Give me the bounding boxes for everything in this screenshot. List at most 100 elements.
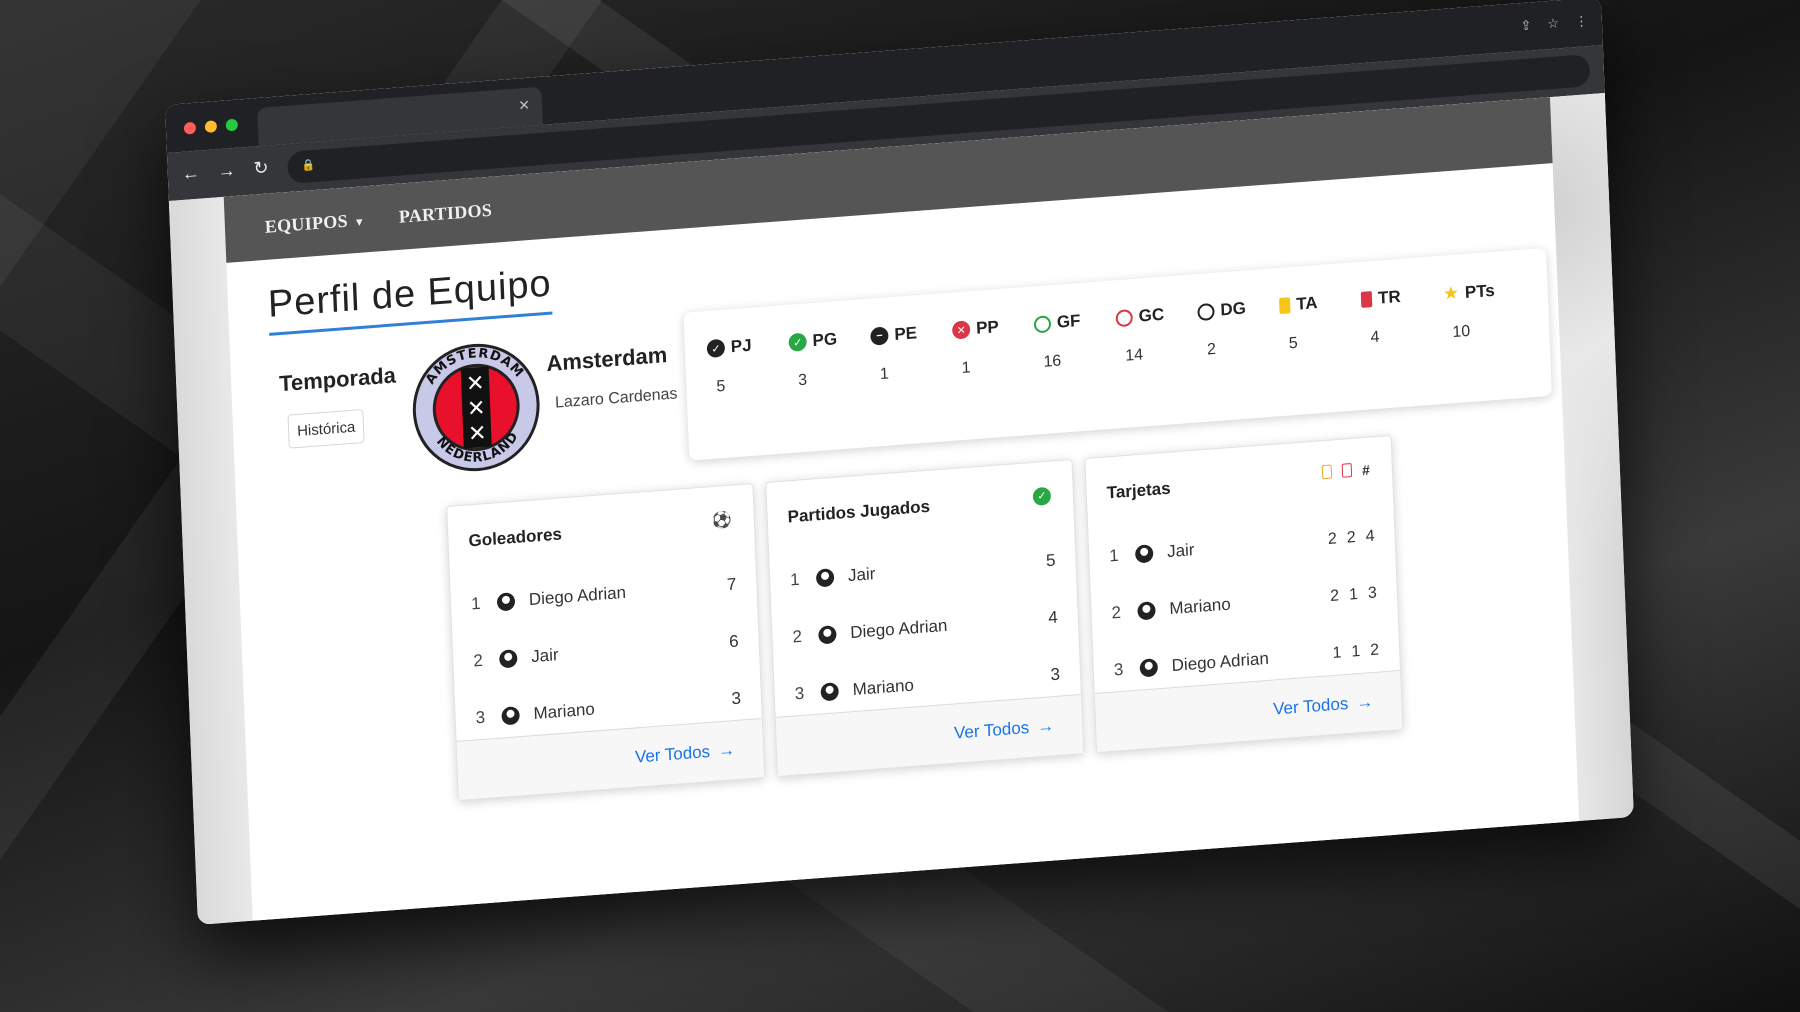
card-counts: 224 bbox=[1328, 527, 1375, 548]
see-all-label: Ver Todos bbox=[953, 717, 1030, 743]
stat-label: PG bbox=[812, 329, 838, 351]
cards-see-all-link[interactable]: Ver Todos → bbox=[1273, 692, 1374, 720]
browser-menu-icon[interactable]: ⋮ bbox=[1575, 13, 1589, 30]
season-select[interactable]: Histórica bbox=[287, 408, 365, 449]
star-icon: ★ bbox=[1442, 282, 1460, 304]
minimize-window-button[interactable] bbox=[204, 120, 218, 134]
check-circle-icon: ✓ bbox=[1032, 486, 1052, 506]
x-circle-icon: ✕ bbox=[951, 320, 971, 340]
player-value: 5 bbox=[1045, 550, 1056, 570]
red-card-icon bbox=[1341, 463, 1353, 478]
nav-teams-dropdown[interactable]: EQUIPOS ▼ bbox=[264, 209, 365, 238]
team-logo: ✕ ✕ ✕ AMSTERDAM NEDERLAND bbox=[412, 343, 540, 472]
back-icon[interactable]: ← bbox=[181, 163, 200, 185]
user-avatar-icon bbox=[501, 705, 520, 725]
played-card: Partidos Jugados ✓ 1 Jair 5 2 Diego Adrian 4 3… bbox=[765, 458, 1085, 777]
stat-pts: ★ PTs 10 bbox=[1442, 280, 1496, 343]
user-avatar-icon bbox=[1139, 657, 1159, 677]
rank-number: 3 bbox=[794, 683, 805, 703]
bookmark-star-icon[interactable]: ☆ bbox=[1547, 15, 1559, 32]
maximize-window-button[interactable] bbox=[225, 118, 239, 132]
stat-value: 1 bbox=[961, 359, 971, 378]
see-all-label: Ver Todos bbox=[634, 741, 711, 767]
player-name: Mariano bbox=[1169, 594, 1232, 618]
total-count: 2 bbox=[1369, 641, 1380, 659]
user-avatar-icon bbox=[1134, 543, 1154, 564]
rank-number: 2 bbox=[1111, 602, 1122, 622]
player-value: 6 bbox=[728, 631, 739, 651]
played-see-all-link[interactable]: Ver Todos → bbox=[954, 716, 1055, 744]
close-window-button[interactable] bbox=[183, 121, 197, 135]
cards-title: Tarjetas bbox=[1106, 478, 1171, 503]
rank-number: 1 bbox=[470, 593, 481, 613]
user-avatar-icon bbox=[820, 681, 840, 701]
total-count: 3 bbox=[1367, 584, 1378, 602]
stat-header: TR bbox=[1360, 286, 1401, 310]
stat-gf: GF 16 bbox=[1033, 310, 1083, 372]
card-counts: 112 bbox=[1332, 641, 1379, 662]
team-name: Amsterdam bbox=[545, 342, 668, 377]
stat-value: 16 bbox=[1043, 352, 1062, 371]
stat-label: PTs bbox=[1464, 280, 1496, 302]
user-avatar-icon bbox=[818, 624, 837, 644]
reload-icon[interactable]: ↻ bbox=[253, 157, 269, 179]
rank-number: 2 bbox=[792, 626, 803, 646]
season-label: Temporada bbox=[278, 362, 397, 397]
yellow-card-icon bbox=[1321, 464, 1333, 480]
page-viewport: EQUIPOS ▼ PARTIDOS Perfil de Equipo Tempo… bbox=[168, 93, 1634, 925]
stat-header: ✓ PJ bbox=[706, 335, 752, 359]
stat-header: GF bbox=[1033, 310, 1081, 334]
see-all-label: Ver Todos bbox=[1272, 693, 1349, 719]
share-icon[interactable]: ⇪ bbox=[1520, 17, 1532, 34]
rank-number: 1 bbox=[789, 569, 800, 589]
stat-header: − PE bbox=[870, 323, 917, 346]
stat-ta: TA 5 bbox=[1278, 293, 1320, 354]
stat-pp: ✕ PP 1 bbox=[951, 317, 1001, 378]
check-circle-icon: ✓ bbox=[788, 332, 807, 352]
forward-icon[interactable]: → bbox=[217, 160, 236, 182]
stat-label: PJ bbox=[730, 335, 752, 357]
stat-value: 4 bbox=[1370, 328, 1380, 347]
card-counts: 213 bbox=[1330, 584, 1377, 605]
stat-label: DG bbox=[1220, 298, 1247, 320]
stat-label: TR bbox=[1377, 286, 1401, 308]
scorers-see-all-link[interactable]: Ver Todos → bbox=[635, 740, 736, 768]
red-count: 1 bbox=[1351, 642, 1361, 661]
player-name: Jair bbox=[530, 644, 559, 666]
arrow-right-icon: → bbox=[717, 740, 736, 761]
player-name: Mariano bbox=[852, 674, 915, 699]
rank-number: 2 bbox=[472, 650, 484, 670]
stats-card: ✓ PJ 5 ✓ PG 3− PE 1 ✕ PP 1 GF 16 GC 14 DG 2 TA 5 TR 4 ★ PTs 10 bbox=[683, 247, 1552, 461]
soccer-ball-icon: ⚽ bbox=[711, 511, 733, 531]
cards-header-icons: # bbox=[1321, 462, 1370, 482]
close-tab-icon[interactable]: ✕ bbox=[518, 97, 530, 115]
stat-value: 3 bbox=[797, 371, 808, 390]
player-name: Diego Adrian bbox=[528, 582, 627, 609]
lock-icon: 🔒 bbox=[301, 158, 316, 172]
user-avatar-icon bbox=[815, 567, 835, 588]
cards-card: Tarjetas # 1 Jair 2 2 4 2 Mariano 2 1 3 3 Diego Adr… bbox=[1084, 434, 1404, 754]
arrow-right-icon: → bbox=[1036, 716, 1055, 737]
player-value: 3 bbox=[1050, 663, 1061, 684]
player-name: Mariano bbox=[533, 698, 596, 723]
scorers-card: Goleadores ⚽ 1 Diego Adrian 7 2 Jair 6 3 Marian… bbox=[446, 482, 766, 801]
player-name: Jair bbox=[847, 563, 876, 585]
stat-value: 5 bbox=[1288, 334, 1299, 353]
player-name: Diego Adrian bbox=[1171, 648, 1270, 675]
svg-text:✕: ✕ bbox=[468, 421, 487, 447]
soccer-ball-icon bbox=[1115, 308, 1134, 327]
user-avatar-icon bbox=[1137, 600, 1156, 621]
yellow-count: 2 bbox=[1327, 529, 1338, 548]
stat-dg: DG 2 bbox=[1197, 299, 1248, 361]
user-avatar-icon bbox=[496, 591, 516, 612]
stat-header: ✓ PG bbox=[788, 329, 837, 353]
stat-label: PE bbox=[893, 323, 918, 344]
stat-value: 2 bbox=[1206, 340, 1217, 359]
stat-value: 1 bbox=[879, 365, 890, 384]
stat-gc: GC 14 bbox=[1115, 305, 1166, 367]
nav-matches-link[interactable]: PARTIDOS bbox=[398, 199, 492, 227]
rank-number: 3 bbox=[475, 707, 486, 727]
stat-label: GF bbox=[1056, 310, 1081, 332]
yellow-count: 1 bbox=[1332, 643, 1342, 662]
stat-label: PP bbox=[975, 317, 1000, 338]
